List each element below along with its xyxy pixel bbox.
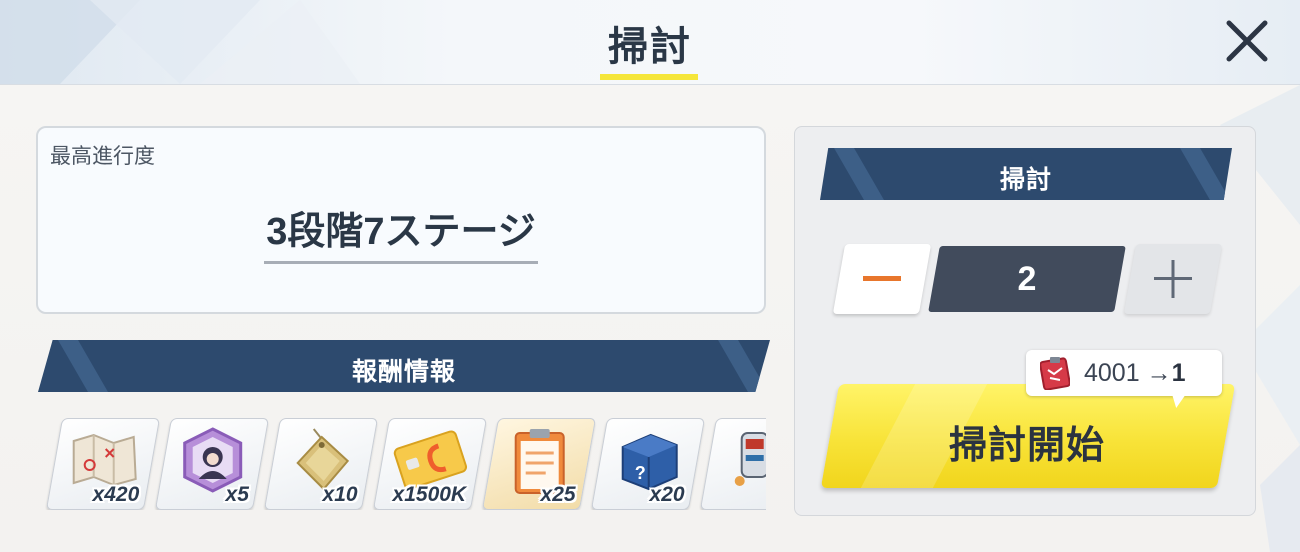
increase-count-button[interactable] xyxy=(1123,244,1223,314)
reward-item-equipment[interactable] xyxy=(699,418,766,510)
reward-item-character[interactable]: x5 xyxy=(154,418,270,510)
rewards-banner: 報酬情報 xyxy=(38,340,770,392)
close-icon xyxy=(1226,20,1268,62)
reward-item-box[interactable]: ? x20 xyxy=(590,418,706,510)
progress-value: 3段階7ステージ xyxy=(264,200,538,264)
ticket-cost-text: 4001 →1 xyxy=(1084,359,1185,388)
page-title: 掃討 xyxy=(608,25,692,69)
reward-item-tag[interactable]: x10 xyxy=(263,418,379,510)
header-bar: 掃討 xyxy=(0,0,1300,85)
progress-value-wrap: 3段階7ステージ xyxy=(38,200,764,264)
progress-label: 最高進行度 xyxy=(50,145,155,168)
start-sweep-label: 掃討開始 xyxy=(949,425,1106,467)
reward-items-list: x420 x5 x10 x1500K x25 ? x20 xyxy=(42,418,766,510)
cost-arrow: → xyxy=(1146,359,1172,387)
item-quantity: x10 xyxy=(322,483,358,506)
minus-icon xyxy=(863,276,901,281)
item-quantity: x25 xyxy=(540,483,576,506)
sweep-count-value: 2 xyxy=(1017,260,1037,298)
sweep-banner-label: 掃討 xyxy=(999,166,1052,194)
item-quantity: x20 xyxy=(649,483,685,506)
ticket-cost-amount: 1 xyxy=(1171,359,1186,387)
item-quantity: x420 xyxy=(92,483,140,506)
ticket-current: 4001 xyxy=(1084,359,1140,387)
item-quantity: x1500K xyxy=(392,483,467,506)
ticket-cost-bubble: 4001 →1 xyxy=(1026,350,1222,408)
sweep-count-display: 2 xyxy=(928,246,1126,312)
reward-item-report[interactable]: x25 xyxy=(481,418,597,510)
start-sweep-button[interactable]: 掃討開始 xyxy=(820,384,1236,488)
rewards-banner-label: 報酬情報 xyxy=(351,358,456,386)
plus-icon xyxy=(1154,260,1192,298)
title-underline xyxy=(600,74,698,80)
equipment-icon xyxy=(734,432,766,486)
progress-panel: 最高進行度 3段階7ステージ xyxy=(36,126,766,314)
sweep-banner: 掃討 xyxy=(820,148,1232,200)
reward-item-credit[interactable]: x1500K xyxy=(372,418,488,510)
close-button[interactable] xyxy=(1220,16,1274,66)
svg-text:?: ? xyxy=(635,463,646,483)
item-quantity: x5 xyxy=(225,483,249,506)
ticket-icon xyxy=(1040,357,1070,390)
decrease-count-button[interactable] xyxy=(832,244,932,314)
reward-item-map[interactable]: x420 xyxy=(45,418,161,510)
